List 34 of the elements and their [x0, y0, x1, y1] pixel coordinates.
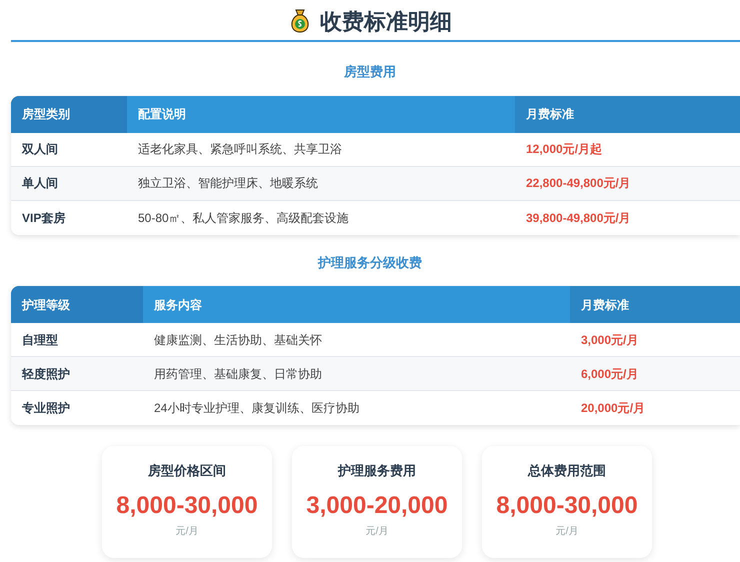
table-cell: 用药管理、基础康复、日常协助: [154, 366, 322, 380]
column-header: 护理等级: [11, 286, 143, 323]
section-heading: 房型费用: [344, 63, 396, 81]
column-header: 配置说明: [127, 96, 515, 132]
section-heading: 护理服务分级收费: [318, 254, 422, 272]
card-title: 房型价格区间: [148, 462, 226, 480]
table-cell: 自理型: [22, 332, 58, 346]
card-title: 总体费用范围: [528, 462, 606, 480]
column-header: 房型类别: [11, 96, 127, 132]
table-cell: VIP套房: [22, 210, 66, 224]
table-cell: 独立卫浴、智能护理床、地暖系统: [138, 176, 318, 190]
table-cell: 双人间: [22, 142, 58, 156]
price-cell: 39,800-49,800元/月: [526, 210, 631, 224]
column-header: 服务内容: [143, 286, 570, 323]
card-unit: 元/月: [556, 524, 578, 538]
card-value: 3,000-20,000: [306, 490, 448, 520]
table-cell: 专业照护: [22, 401, 70, 415]
page-title: 收费标准明细: [320, 8, 452, 36]
table-cell: 适老化家具、紧急呼叫系统、共享卫浴: [138, 142, 342, 156]
table-cell: 轻度照护: [22, 366, 70, 380]
price-cell: 22,800-49,800元/月: [526, 176, 631, 190]
card-unit: 元/月: [176, 524, 198, 538]
price-cell: 12,000元/月起: [526, 142, 602, 156]
price-cell: 6,000元/月: [581, 366, 638, 380]
table-cell: 50-80㎡、私人管家服务、高级配套设施: [138, 210, 349, 224]
card-unit: 元/月: [366, 524, 388, 538]
table-cell: 单人间: [22, 176, 58, 190]
price-cell: 3,000元/月: [581, 332, 638, 346]
price-cell: 20,000元/月: [581, 401, 646, 415]
table-cell: 健康监测、生活协助、基础关怀: [154, 332, 322, 346]
card-value: 8,000-30,000: [116, 490, 258, 520]
card-title: 护理服务费用: [338, 462, 416, 480]
card-value: 8,000-30,000: [496, 490, 638, 520]
table-cell: 24小时专业护理、康复训练、医疗协助: [154, 401, 360, 415]
